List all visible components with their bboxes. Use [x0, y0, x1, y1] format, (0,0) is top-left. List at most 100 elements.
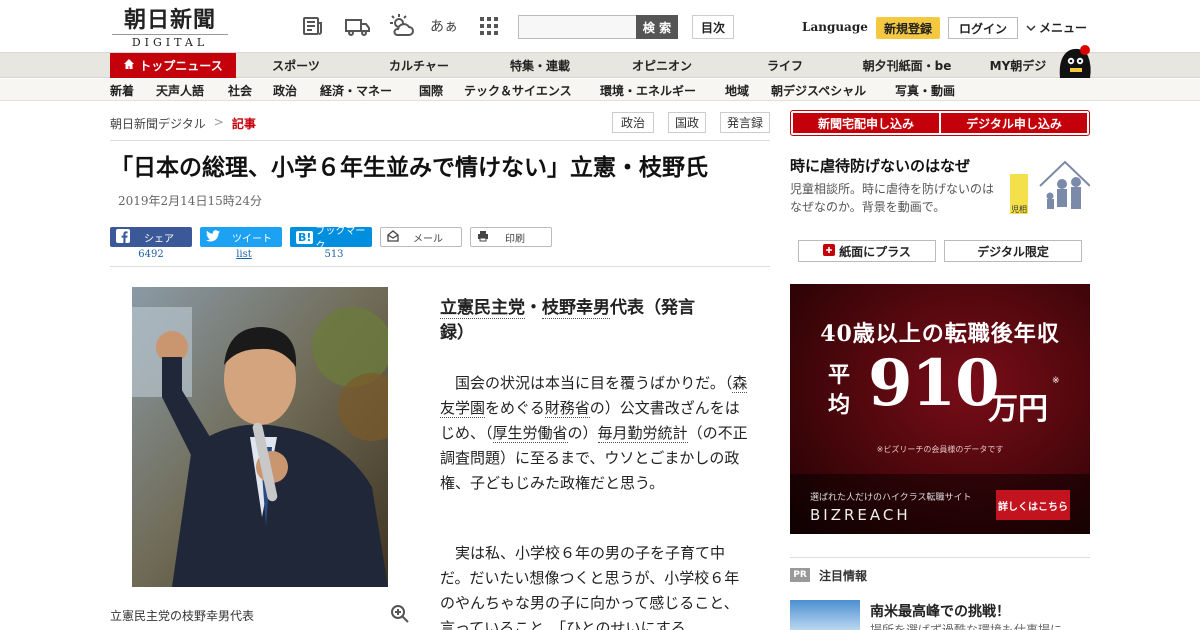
print-label: 印刷 — [505, 233, 525, 245]
logo-text-ja: 朝日新聞 — [123, 7, 216, 33]
register-button[interactable]: 新規登録 — [876, 17, 940, 39]
twitter-list-link[interactable]: list — [203, 249, 285, 260]
print-button[interactable]: 印刷 — [470, 227, 552, 247]
lead-rest-2: 録） — [440, 323, 474, 343]
logo-text-en: DIGITAL — [112, 34, 228, 49]
divider — [790, 557, 1090, 558]
nav-item-life[interactable]: ライフ — [740, 53, 830, 78]
paper-plus-button[interactable]: 紙面にプラス — [798, 240, 936, 262]
nav-item-label: トップニュース — [139, 59, 223, 73]
nav2-item-society[interactable]: 社会 — [228, 79, 252, 101]
nav2-item-region[interactable]: 地域 — [725, 79, 749, 101]
breadcrumb-separator: > — [213, 115, 224, 129]
nav-item-newspaper[interactable]: 朝夕刊紙面・be — [852, 53, 962, 78]
home-icon — [123, 58, 135, 73]
nav2-item-politics[interactable]: 政治 — [273, 79, 297, 101]
divider — [110, 140, 770, 141]
menu-button[interactable]: メニュー — [1026, 19, 1087, 36]
twitter-tweet-button[interactable]: ツイート — [200, 227, 282, 247]
promo-thumbnail[interactable]: 児相 — [1010, 156, 1091, 216]
article-lead: 立憲民主党・枝野幸男代表（発言 録） — [440, 296, 740, 346]
lead-separator: ・ — [525, 298, 542, 318]
menu-label: メニュー — [1039, 21, 1088, 35]
ad-asterisk: ※ — [1052, 376, 1060, 386]
text-span: をめぐる — [485, 399, 545, 417]
ad-brand: BIZREACH — [810, 506, 911, 524]
site-logo[interactable]: 朝日新聞 DIGITAL — [112, 7, 228, 49]
digital-only-button[interactable]: デジタル限定 — [944, 240, 1082, 262]
nav2-item-photo-video[interactable]: 写真・動画 — [895, 79, 955, 101]
nav2-item-tensei-jingo[interactable]: 天声人語 — [156, 79, 204, 101]
facebook-share-button[interactable]: シェア — [110, 227, 192, 247]
printer-icon — [477, 230, 489, 245]
link-party[interactable]: 立憲民主党 — [440, 298, 525, 319]
ad-tagline: 選ばれた人だけのハイクラス転職サイト — [810, 493, 972, 503]
promo-title[interactable]: 時に虐待防げないのはなぜ — [790, 155, 970, 176]
hatena-bookmark-button[interactable]: B! ブックマーク — [290, 226, 372, 252]
delivery-truck-icon[interactable] — [342, 13, 372, 39]
newspaper-icon[interactable] — [300, 13, 326, 39]
search-input[interactable] — [518, 15, 636, 39]
newspaper-plus-icon — [823, 243, 836, 259]
grid-menu-icon[interactable] — [476, 13, 502, 39]
site-header: 朝日新聞 DIGITAL あぁ 検 索 目次 Language 新規登録 ログイ… — [0, 0, 1200, 52]
font-size-label: あぁ — [430, 19, 458, 35]
toc-button[interactable]: 目次 — [692, 15, 734, 39]
nav-item-my-asahi[interactable]: MY朝デジ — [982, 53, 1054, 78]
hatena-bookmark-count: 513 — [324, 249, 344, 260]
breadcrumb-home[interactable]: 朝日新聞デジタル — [110, 115, 206, 132]
nav-item-features[interactable]: 特集・連載 — [490, 53, 590, 78]
login-button[interactable]: ログイン — [948, 17, 1018, 39]
pr-badge: PR — [790, 568, 810, 582]
facebook-share-label: シェア — [144, 233, 174, 245]
newspaper-delivery-button[interactable]: 新聞宅配申し込み — [793, 113, 939, 133]
facebook-share-count: 6492 — [138, 249, 164, 260]
hatena-b-icon: B! — [296, 230, 314, 244]
link-labor-stats[interactable]: 毎月勤労統計 — [597, 424, 688, 443]
pr-section-title: 注目情報 — [819, 569, 868, 583]
digital-subscribe-button[interactable]: デジタル申し込み — [941, 113, 1087, 133]
facebook-icon — [116, 228, 130, 246]
mail-button[interactable]: メール — [380, 227, 462, 247]
weather-icon[interactable] — [386, 13, 416, 39]
article-headline: 「日本の総理、小学６年生並みで情けない」立憲・枝野氏 — [110, 155, 708, 181]
promo-image-label: 児相 — [1011, 205, 1027, 214]
link-mhlw[interactable]: 厚生労働省 — [492, 424, 568, 443]
nav-item-top-news[interactable]: トップニュース — [110, 53, 236, 78]
secondary-nav: 新着 天声人語 社会 政治 経済・マネー 国際 テック＆サイエンス 環境・エネル… — [0, 79, 1200, 101]
tag-national-politics[interactable]: 国政 — [668, 112, 706, 133]
nav2-item-tech-science[interactable]: テック＆サイエンス — [464, 79, 572, 101]
paragraph-text: 実は私、小学校６年の男の子を子育て中だ。だいたい想像つくと思うが、小学校６年のや… — [440, 544, 740, 630]
search-button[interactable]: 検 索 — [636, 15, 678, 39]
mascot-icon[interactable] — [1056, 44, 1092, 78]
article-paragraph: 実は私、小学校６年の男の子を子育て中だ。だいたい想像つくと思うが、小学校６年のや… — [440, 541, 750, 630]
tag-politics[interactable]: 政治 — [612, 112, 654, 133]
ad-average-label: 平均 — [828, 360, 854, 420]
zoom-in-icon[interactable] — [390, 604, 410, 624]
article-photo[interactable] — [132, 287, 388, 587]
pr-item-title[interactable]: 南米最高峰での挑戦！ — [870, 601, 1010, 621]
nav2-item-special[interactable]: 朝デジスペシャル — [771, 79, 866, 101]
primary-nav: トップニュース スポーツ カルチャー 特集・連載 オピニオン ライフ 朝夕刊紙面… — [0, 52, 1200, 78]
ad-unit: 万円 — [988, 392, 1048, 427]
bizreach-advertisement[interactable]: 40歳以上の転職後年収 平均 910 万円 ※ ※ビズリーチの会員様のデータです… — [790, 284, 1090, 534]
link-mof[interactable]: 財務省 — [544, 399, 590, 418]
nav2-item-economy[interactable]: 経済・マネー — [320, 79, 392, 101]
nav-item-sports[interactable]: スポーツ — [246, 53, 346, 78]
language-link[interactable]: Language — [802, 20, 868, 34]
article-date: 2019年2月14日15時24分 — [118, 194, 262, 208]
link-person[interactable]: 枝野幸男 — [542, 298, 610, 319]
ad-average-label-1: 平 — [828, 362, 851, 388]
twitter-tweet-label: ツイート — [232, 233, 272, 245]
font-size-toggle[interactable]: あぁ — [430, 13, 458, 39]
pr-thumbnail[interactable] — [790, 600, 860, 630]
nav-item-opinion[interactable]: オピニオン — [612, 53, 712, 78]
tag-remarks[interactable]: 発言録 — [720, 112, 770, 133]
text-span: 国会の状況は本当に目を覆うばかりだ。（ — [455, 374, 733, 392]
ad-cta-button[interactable]: 詳しくはこちら — [996, 490, 1070, 520]
nav-item-culture[interactable]: カルチャー — [364, 53, 474, 78]
nav2-item-international[interactable]: 国際 — [419, 79, 443, 101]
nav2-item-latest[interactable]: 新着 — [110, 79, 134, 101]
nav2-item-environment[interactable]: 環境・エネルギー — [600, 79, 696, 101]
subscription-box: 新聞宅配申し込み デジタル申し込み — [790, 110, 1090, 136]
